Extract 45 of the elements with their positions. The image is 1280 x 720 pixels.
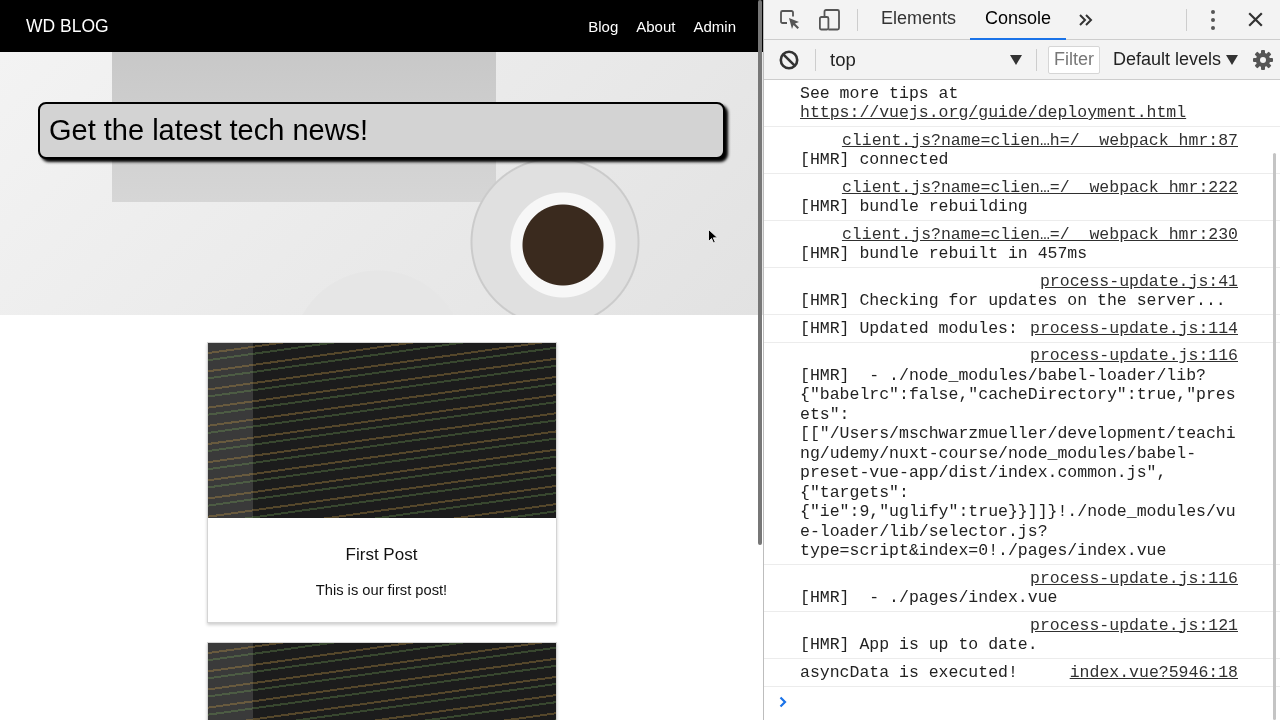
nav-link[interactable]: Admin (693, 17, 736, 35)
source-link[interactable]: process-update.js:116 (1026, 346, 1238, 366)
post-card[interactable]: First Post This is our first post! (206, 342, 557, 623)
site-title[interactable]: WD BLOG (26, 15, 109, 37)
headline-banner: Get the latest tech news! (38, 102, 725, 159)
nav-link[interactable]: About (636, 17, 676, 35)
vertical-dots-icon[interactable] (1211, 9, 1215, 30)
message-text: See more tips at https://vuejs.org/guide/deployment.html (800, 83, 1188, 123)
inspect-icon[interactable] (779, 8, 801, 31)
nav-link[interactable]: Blog (588, 17, 619, 35)
message-text: [HMR] bundle rebuilding (800, 197, 1028, 217)
source-link[interactable]: process-update.js:41 (1035, 271, 1238, 291)
scrollbar-thumb[interactable] (758, 0, 762, 545)
prohibited-icon[interactable] (779, 49, 799, 70)
device-icon[interactable] (818, 8, 840, 31)
context-select[interactable]: top (822, 44, 1030, 75)
double-chevron-icon[interactable] (1079, 13, 1094, 26)
source-link[interactable]: process-update.js:114 (1026, 318, 1238, 338)
message-text: [HMR] bundle rebuilt in 457ms (800, 244, 1088, 264)
caret-icon (1226, 54, 1239, 65)
message-text: [HMR] Updated modules: (800, 318, 1018, 338)
source-link[interactable]: process-update.js:116 (1026, 568, 1238, 588)
settings-icon[interactable] (1252, 48, 1275, 71)
cursor-icon (708, 229, 718, 244)
source-link[interactable]: client.js?name=clien…h=/__webpack_hmr:87 (837, 130, 1238, 150)
scrollbar-thumb[interactable] (1273, 153, 1276, 720)
message-text: [HMR] Checking for updates on the server... (800, 291, 1226, 311)
post-preview: This is our first post! (315, 581, 448, 600)
levels-dropdown[interactable]: Default levels (1113, 49, 1239, 70)
message-text: asyncData is executed! (800, 662, 1018, 682)
source-link[interactable]: client.js?name=clien…=/__webpack_hmr:230 (837, 224, 1238, 244)
filter-field[interactable]: Filter (1048, 45, 1100, 74)
source-link[interactable]: process-update.js:121 (1026, 615, 1238, 635)
message-text: [HMR] - ./pages/index.vue (800, 588, 1058, 608)
message-text: [HMR] - ./node_modules/babel-loader/lib?{"babelrc":false,"cacheDirectory":true,"presets":[["/Users/mschwarzmueller/development/teaching/udemy/nuxt-course/node_modules/babel-preset-vue-app/dist/index.common.js",{"targets":{"ie":9,"uglify":true}}]]}!./node_modules/vue-loader/lib/selector.js?type=script&index=0!./pages/index.vue (800, 365, 1237, 561)
message-text: [HMR] App is up to date. (800, 635, 1038, 655)
chevron-icon (779, 695, 787, 708)
devtools-tab[interactable]: Elements (867, 0, 971, 40)
source-link[interactable]: index.vue?5946:18 (1065, 662, 1238, 682)
message-text: [HMR] connected (800, 150, 949, 170)
source-link[interactable]: client.js?name=clien…=/__webpack_hmr:222 (837, 177, 1238, 197)
close-icon[interactable] (1248, 12, 1263, 27)
post-title: First Post (345, 544, 418, 566)
docs-link[interactable]: https://vuejs.org/guide/deployment.html (800, 103, 1187, 122)
caret-icon (1010, 54, 1022, 65)
